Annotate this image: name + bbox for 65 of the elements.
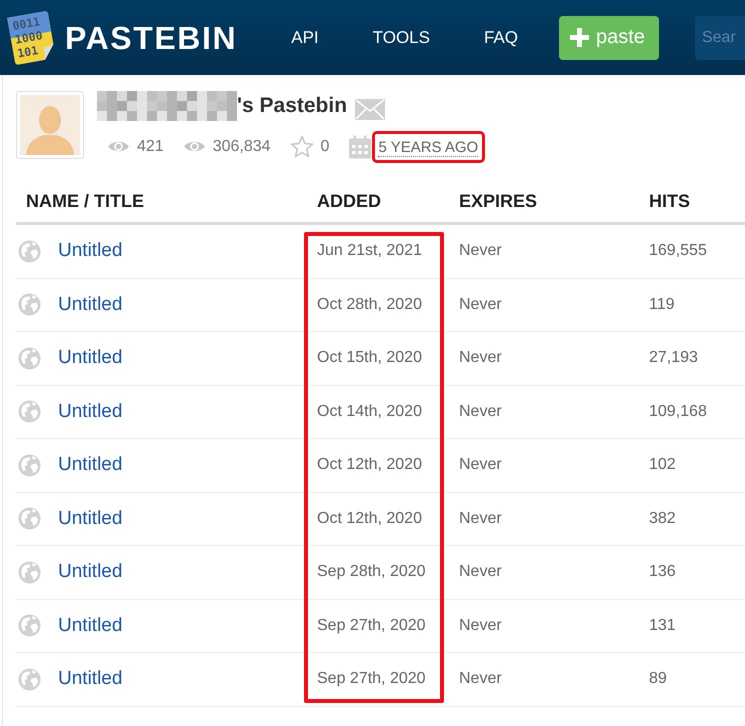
paste-title-link[interactable]: Untitled [58, 506, 122, 531]
date-cell-text: Sep 27th, 2020 [316, 669, 427, 690]
globe-icon [18, 668, 41, 691]
expires-cell-text: Never [458, 616, 503, 636]
date-cell-text: Oct 12th, 2020 [316, 508, 423, 529]
hits-cell-text: 27,193 [648, 348, 699, 368]
expires-cell-text: Never [458, 348, 503, 368]
expires-cell-text: Never [458, 508, 503, 529]
paste-title-link[interactable]: Untitled [58, 239, 122, 264]
logo-text[interactable]: PASTEBIN [65, 18, 238, 58]
hits-cell-text: 382 [648, 508, 677, 529]
paste-title-link[interactable]: Untitled [58, 560, 122, 584]
paste-title-link[interactable]: Untitled [58, 614, 122, 638]
globe-icon [18, 560, 41, 584]
hits-cell-text: 119 [648, 294, 676, 315]
column-header: ADDED [316, 190, 382, 212]
expires-cell-text: Never [458, 241, 503, 262]
eye-icon [107, 139, 130, 154]
profile-title: 's Pastebin [237, 93, 348, 119]
joined-date: 5 YEARS AGO [378, 138, 478, 156]
hits-cell-text: 109,168 [648, 402, 708, 422]
nav-link[interactable]: FAQ [484, 26, 518, 50]
hits-cell-text: 131 [648, 616, 677, 636]
expires-cell-text: Never [458, 562, 503, 582]
stat-count: 0 [320, 136, 330, 156]
calendar-icon [348, 134, 372, 158]
globe-icon [18, 400, 41, 424]
paste-title-link[interactable]: Untitled [58, 292, 122, 317]
column-header: HITS [648, 190, 692, 212]
hits-cell-text: 89 [648, 669, 668, 690]
hits-cell-text: 169,555 [648, 241, 708, 262]
expires-cell-text: Never [458, 455, 503, 476]
date-cell-text: Oct 14th, 2020 [316, 402, 423, 422]
hits-cell-text: 136 [648, 562, 677, 582]
stat-count: 306,834 [212, 136, 271, 156]
envelope-icon[interactable] [355, 98, 386, 120]
globe-icon [18, 240, 41, 263]
globe-icon [18, 346, 41, 370]
date-cell-text: Jun 21st, 2021 [316, 241, 423, 262]
date-cell-text: Sep 27th, 2020 [316, 616, 427, 636]
stat-count: 421 [137, 136, 164, 156]
expires-cell-text: Never [458, 294, 503, 315]
date-cell-text: Oct 12th, 2020 [316, 455, 423, 476]
expires-cell-text: Never [458, 402, 503, 422]
nav-link[interactable]: API [291, 26, 319, 50]
plus-icon [570, 28, 589, 47]
paste-title-link[interactable]: Untitled [58, 453, 122, 478]
globe-icon [18, 614, 41, 638]
eye-icon [182, 139, 206, 154]
date-cell-text: Oct 28th, 2020 [316, 294, 423, 315]
search-field[interactable]: Sear [694, 16, 745, 60]
nav-link[interactable]: TOOLS [372, 26, 430, 50]
hits-cell-text: 102 [648, 455, 677, 476]
paste-title-link[interactable]: Untitled [58, 346, 122, 370]
paste-title-link[interactable]: Untitled [58, 667, 122, 692]
globe-icon [18, 454, 41, 477]
expires-cell-text: Never [458, 669, 503, 690]
date-cell-text: Sep 28th, 2020 [316, 562, 427, 582]
star-icon [290, 135, 314, 158]
column-header: EXPIRES [458, 190, 538, 212]
globe-icon [18, 507, 41, 530]
paste-title-link[interactable]: Untitled [58, 400, 122, 424]
globe-icon [18, 293, 41, 316]
column-header: NAME / TITLE [25, 190, 145, 212]
date-cell-text: Oct 15th, 2020 [316, 348, 423, 368]
